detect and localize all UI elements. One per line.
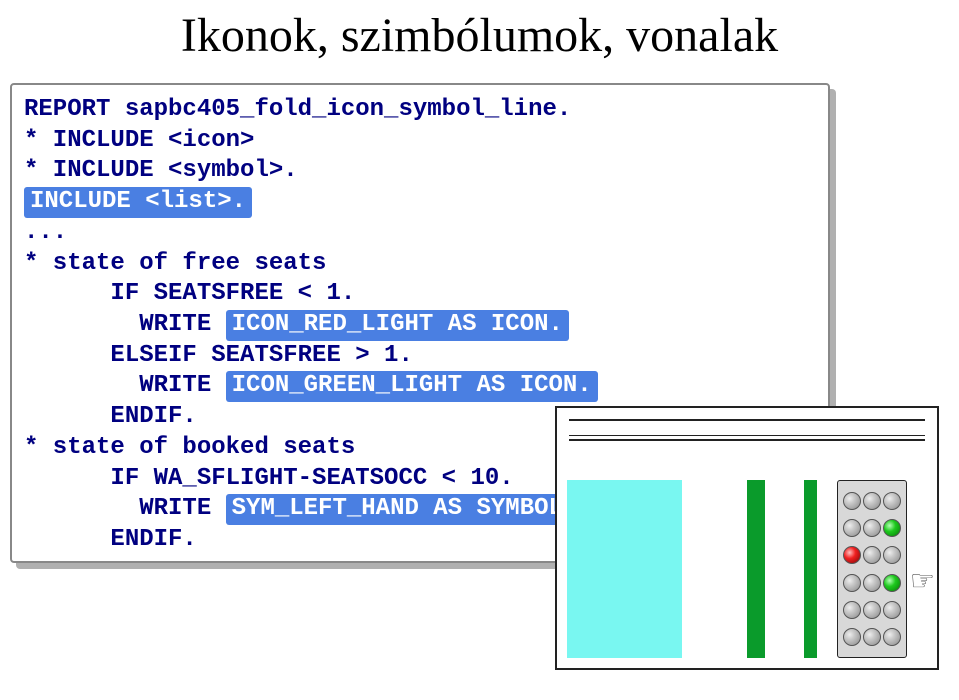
- light-row: [842, 574, 902, 592]
- window-header-lines: [557, 408, 937, 441]
- light-off-icon: [883, 628, 901, 646]
- highlight-icon-green-light: ICON_GREEN_LIGHT AS ICON.: [226, 371, 598, 402]
- code-line: * INCLUDE <symbol>.: [24, 156, 816, 187]
- bar-col: [766, 480, 803, 658]
- code-line: WRITE ICON_GREEN_LIGHT AS ICON.: [24, 371, 816, 402]
- code-line: WRITE ICON_RED_LIGHT AS ICON.: [24, 310, 816, 341]
- light-off-icon: [863, 601, 881, 619]
- lights-panel: [837, 480, 907, 658]
- light-red-icon: [843, 546, 861, 564]
- bar-col: [804, 480, 817, 658]
- light-row: [842, 546, 902, 564]
- light-off-icon: [843, 574, 861, 592]
- code-line: * state of free seats: [24, 249, 816, 280]
- bar-col: [567, 480, 682, 658]
- light-row: [842, 492, 902, 510]
- code-line: ELSEIF SEATSFREE > 1.: [24, 341, 816, 372]
- bar-col: [747, 480, 765, 658]
- code-line: ...: [24, 218, 816, 249]
- light-off-icon: [863, 519, 881, 537]
- light-green-icon: [883, 519, 901, 537]
- code-line: IF SEATSFREE < 1.: [24, 279, 816, 310]
- light-off-icon: [843, 519, 861, 537]
- highlight-include-list: INCLUDE <list>.: [24, 187, 252, 218]
- light-row: [842, 601, 902, 619]
- light-row: [842, 519, 902, 537]
- light-off-icon: [883, 601, 901, 619]
- bar-col: [683, 480, 746, 658]
- column-bars: [567, 480, 827, 658]
- light-off-icon: [863, 628, 881, 646]
- light-off-icon: [863, 546, 881, 564]
- light-off-icon: [863, 492, 881, 510]
- light-off-icon: [883, 492, 901, 510]
- light-off-icon: [843, 628, 861, 646]
- code-line: * INCLUDE <icon>: [24, 126, 816, 157]
- light-off-icon: [843, 492, 861, 510]
- page-title: Ikonok, szimbólumok, vonalak: [0, 8, 959, 63]
- highlight-icon-red-light: ICON_RED_LIGHT AS ICON.: [226, 310, 569, 341]
- code-line: REPORT sapbc405_fold_icon_symbol_line.: [24, 95, 816, 126]
- light-row: [842, 628, 902, 646]
- highlight-sym-left-hand: SYM_LEFT_HAND AS SYMBOL.: [226, 494, 584, 525]
- left-hand-icon: ☞: [910, 564, 935, 598]
- light-off-icon: [883, 546, 901, 564]
- light-green-icon: [883, 574, 901, 592]
- bar-col: [818, 480, 826, 658]
- light-off-icon: [843, 601, 861, 619]
- code-line-highlight: INCLUDE <list>.: [24, 187, 816, 218]
- output-window: ☞: [555, 406, 939, 670]
- light-off-icon: [863, 574, 881, 592]
